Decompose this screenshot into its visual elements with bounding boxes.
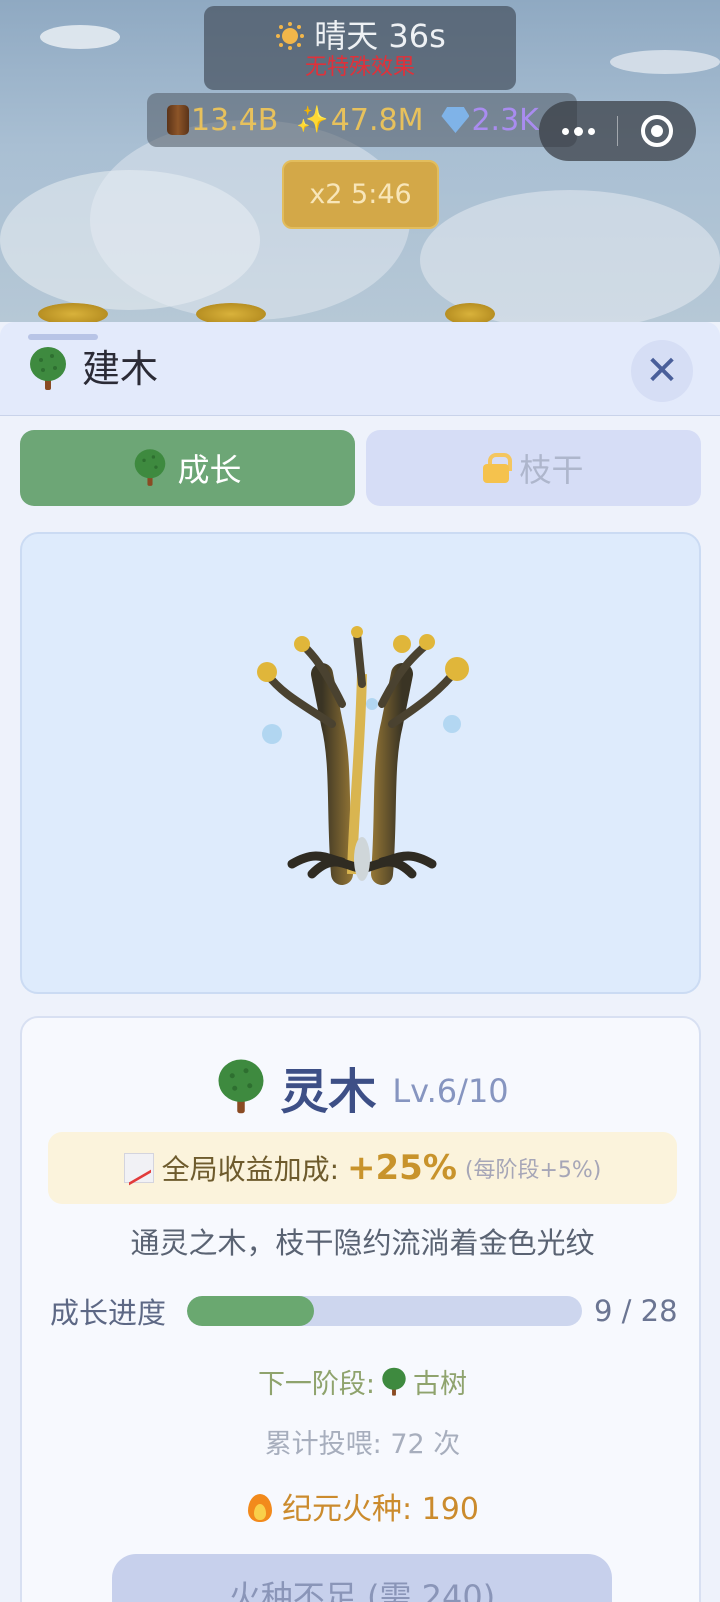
ember-text: 纪元火种: 190	[282, 1492, 479, 1527]
tab-label: 枝干	[519, 451, 584, 489]
tree-name: 灵木	[280, 1064, 377, 1120]
next-stage: 下一阶段: 古树	[22, 1362, 703, 1401]
dot-icon	[573, 126, 583, 136]
tree-info-card: 灵木 Lv.6/10 全局收益加成: +25% (每阶段+5%) 通灵之木，枝干…	[20, 1016, 701, 1602]
spark-value: 47.8M	[330, 102, 424, 138]
progress-bar	[187, 1296, 582, 1326]
tab-branches[interactable]: 枝干	[366, 430, 701, 506]
weather-effect: 无特殊效果	[304, 55, 415, 80]
fire-icon	[246, 1490, 274, 1522]
weather-panel[interactable]: 晴天 36s 无特殊效果	[204, 6, 516, 90]
dot-icon	[587, 127, 595, 135]
sun-icon	[274, 20, 306, 52]
drag-handle[interactable]	[28, 334, 98, 340]
sheet-title: 建木	[82, 347, 159, 391]
total-feeds: 累计投喂: 72 次	[264, 1429, 461, 1460]
cloud	[40, 25, 120, 49]
sparkle-icon: ✨	[296, 105, 329, 135]
tree-icon	[382, 1367, 406, 1396]
resource-bar: 13.4B ✨ 47.8M 2.3K	[147, 93, 577, 147]
tree-image-panel	[20, 532, 701, 994]
spirit-tree-illustration	[257, 626, 469, 885]
close-button[interactable]: ✕	[631, 340, 693, 402]
wood-resource: 13.4B	[167, 103, 278, 138]
diamond-icon	[441, 107, 470, 133]
tree-icon	[135, 449, 166, 486]
exit-miniprogram-button[interactable]	[618, 101, 696, 161]
feed-button[interactable]: 火种不足 (需 240)	[112, 1554, 612, 1602]
progress-label: 成长进度	[50, 1296, 167, 1330]
chart-increasing-icon	[123, 1153, 154, 1183]
global-bonus-banner: 全局收益加成: +25% (每阶段+5%)	[48, 1132, 677, 1204]
close-icon: ✕	[645, 348, 679, 394]
ember-count: 纪元火种: 190	[22, 1484, 703, 1528]
next-stage-label: 下一阶段:	[257, 1369, 376, 1400]
progress-bar-fill	[187, 1296, 314, 1326]
wood-value: 13.4B	[191, 102, 279, 138]
weather-label: 晴天 36s	[314, 17, 446, 55]
miniprogram-capsule	[539, 101, 696, 161]
tab-growth[interactable]: 成长	[20, 430, 355, 506]
growth-progress: 成长进度 9 / 28	[50, 1286, 690, 1336]
gem-resource: 2.3K	[441, 102, 539, 138]
tree-title-row: 灵木 Lv.6/10	[22, 1052, 703, 1122]
next-stage-name: 古树	[413, 1369, 468, 1400]
tree-icon	[218, 1059, 264, 1114]
gem-value: 2.3K	[471, 102, 539, 138]
sheet-header: 建木 ✕	[0, 322, 720, 416]
lock-icon	[483, 453, 513, 483]
tree-detail-sheet: 建木 ✕ 成长 枝干 灵木 Lv.6/10 全局收益加成: +25% (每阶段+…	[0, 322, 720, 1602]
progress-count: 9 / 28	[594, 1294, 678, 1328]
tree-level: Lv.6/10	[392, 1072, 509, 1110]
tab-label: 成长	[177, 451, 242, 489]
bonus-note: (每阶段+5%)	[464, 1158, 602, 1183]
spark-resource: ✨ 47.8M	[296, 103, 423, 138]
target-circle-icon	[641, 115, 673, 147]
cloud	[610, 50, 720, 74]
game-scene: 晴天 36s 无特殊效果 13.4B ✨ 47.8M 2.3K x2 5:46	[0, 0, 720, 325]
more-options-button[interactable]	[539, 101, 617, 161]
tree-description: 通灵之木，枝干隐约流淌着金色光纹	[130, 1226, 595, 1260]
bonus-label: 全局收益加成:	[161, 1153, 340, 1186]
boost-timer-button[interactable]: x2 5:46	[282, 160, 439, 229]
wood-log-icon	[167, 105, 189, 135]
dot-icon	[561, 127, 569, 135]
bonus-value: +25%	[347, 1148, 457, 1188]
tree-icon	[30, 347, 66, 390]
